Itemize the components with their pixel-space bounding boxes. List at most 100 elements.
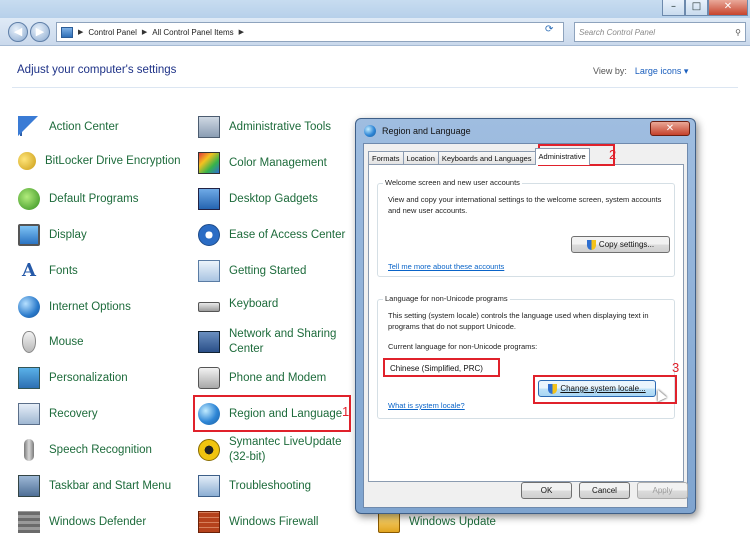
breadcrumb-arrow-icon[interactable]: ▶ [142, 28, 147, 36]
item-label: Fonts [49, 264, 78, 277]
breadcrumb-control-panel[interactable]: Control Panel [88, 28, 136, 37]
phone-icon [198, 367, 220, 389]
address-toolbar: ◀ ▶ ▶ Control Panel ▶ All Control Panel … [0, 18, 750, 46]
item-label: Internet Options [49, 300, 131, 313]
nonunicode-description: This setting (system locale) controls th… [388, 311, 649, 331]
welcome-group-title: Welcome screen and new user accounts [383, 178, 522, 187]
welcome-group: Welcome screen and new user accounts Vie… [377, 178, 675, 277]
address-field[interactable]: ▶ Control Panel ▶ All Control Panel Item… [56, 22, 564, 42]
item-windows-firewall[interactable]: Windows Firewall [198, 511, 318, 533]
microphone-icon [24, 439, 34, 461]
item-internet-options[interactable]: Internet Options [18, 296, 131, 318]
item-bitlocker[interactable]: BitLocker Drive Encryption [18, 152, 181, 170]
annotation-box-1 [193, 395, 351, 432]
default-programs-icon [18, 188, 40, 210]
region-language-dialog: Region and Language ✕ Formats Location K… [355, 118, 696, 514]
item-recovery[interactable]: Recovery [18, 403, 98, 425]
tab-keyboards-languages[interactable]: Keyboards and Languages [437, 151, 536, 165]
back-button[interactable]: ◀ [8, 22, 28, 42]
ok-button[interactable]: OK [521, 482, 572, 499]
item-label: Administrative Tools [229, 120, 332, 133]
item-label: Keyboard [229, 297, 279, 310]
firewall-icon [198, 511, 220, 533]
item-label: Personalization [49, 371, 128, 384]
keyboard-icon [198, 302, 220, 312]
maximize-button[interactable]: □ [685, 0, 708, 16]
breadcrumb-arrow-icon[interactable]: ▶ [78, 28, 83, 36]
item-administrative-tools[interactable]: Administrative Tools [198, 116, 331, 138]
monitor-icon [18, 224, 40, 246]
item-taskbar[interactable]: Taskbar and Start Menu [18, 475, 171, 497]
item-label: Color Management [229, 156, 327, 169]
network-icon [198, 331, 220, 353]
region-globe-icon [364, 125, 376, 137]
mouse-icon [22, 331, 36, 353]
minimize-button[interactable]: – [662, 0, 685, 16]
tab-administrative[interactable]: Administrative [534, 148, 590, 165]
item-label: Display [49, 228, 87, 241]
search-input[interactable]: Search Control Panel ⚲ [574, 22, 746, 42]
item-network-sharing[interactable]: Network and Sharing Center [198, 327, 348, 357]
item-fonts[interactable]: A Fonts [18, 260, 78, 282]
color-icon [198, 152, 220, 174]
dialog-titlebar: Region and Language [364, 125, 471, 137]
cancel-button[interactable]: Cancel [579, 482, 630, 499]
breadcrumb-arrow-icon[interactable]: ▶ [239, 28, 244, 36]
view-by-dropdown[interactable]: Large icons ▾ [635, 66, 689, 76]
item-ease-of-access[interactable]: Ease of Access Center [198, 224, 345, 246]
item-action-center[interactable]: Action Center [18, 116, 119, 138]
key-icon [18, 152, 36, 170]
annotation-number-3: 3 [672, 360, 680, 375]
taskbar-icon [18, 475, 40, 497]
item-label: BitLocker Drive Encryption [45, 154, 181, 167]
close-button[interactable]: ✕ [708, 0, 748, 16]
symantec-icon [198, 439, 220, 461]
control-panel-icon [61, 26, 73, 38]
item-mouse[interactable]: Mouse [18, 331, 84, 353]
item-troubleshooting[interactable]: Troubleshooting [198, 475, 311, 497]
wall-icon [18, 511, 40, 533]
divider [12, 87, 738, 88]
tell-me-more-link[interactable]: Tell me more about these accounts [388, 262, 504, 271]
font-icon: A [22, 260, 36, 281]
tab-formats[interactable]: Formats [368, 151, 404, 165]
nonunicode-group-title: Language for non-Unicode programs [383, 294, 510, 303]
breadcrumb-all-items[interactable]: All Control Panel Items [152, 28, 233, 37]
recovery-icon [18, 403, 40, 425]
item-windows-update[interactable]: Windows Update [378, 511, 496, 533]
item-label: Phone and Modem [229, 371, 327, 384]
dialog-close-button[interactable]: ✕ [650, 121, 690, 136]
item-label: Network and Sharing Center [229, 328, 337, 355]
troubleshooting-icon [198, 475, 220, 497]
item-symantec-liveupdate[interactable]: Symantec LiveUpdate (32-bit) [198, 435, 343, 465]
item-phone-modem[interactable]: Phone and Modem [198, 367, 326, 389]
item-color-management[interactable]: Color Management [198, 152, 327, 174]
item-personalization[interactable]: Personalization [18, 367, 128, 389]
item-display[interactable]: Display [18, 224, 87, 246]
item-desktop-gadgets[interactable]: Desktop Gadgets [198, 188, 318, 210]
admin-tools-icon [198, 116, 220, 138]
window-controls: – □ ✕ [662, 0, 748, 16]
welcome-description: View and copy your international setting… [388, 195, 662, 215]
annotation-box-locale [383, 358, 500, 377]
item-getting-started[interactable]: Getting Started [198, 260, 306, 282]
item-windows-defender[interactable]: Windows Defender [18, 511, 146, 533]
item-label: Default Programs [49, 192, 139, 205]
copy-settings-button[interactable]: Copy settings... [571, 236, 670, 253]
item-label: Windows Defender [49, 515, 147, 528]
view-by-label: View by: [593, 66, 627, 76]
item-label: Recovery [49, 407, 98, 420]
item-keyboard[interactable]: Keyboard [198, 296, 278, 312]
view-by: View by: Large icons ▾ [593, 66, 688, 77]
apply-button[interactable]: Apply [637, 482, 688, 499]
refresh-icon[interactable]: ⟳ [545, 24, 553, 35]
item-label: Mouse [49, 335, 84, 348]
shield-icon [586, 239, 596, 250]
forward-button[interactable]: ▶ [30, 22, 50, 42]
item-speech-recognition[interactable]: Speech Recognition [18, 439, 152, 461]
administrative-panel: Welcome screen and new user accounts Vie… [368, 164, 684, 482]
what-is-locale-link[interactable]: What is system locale? [388, 401, 465, 410]
flag-icon [18, 116, 40, 138]
item-default-programs[interactable]: Default Programs [18, 188, 138, 210]
tab-location[interactable]: Location [402, 151, 439, 165]
